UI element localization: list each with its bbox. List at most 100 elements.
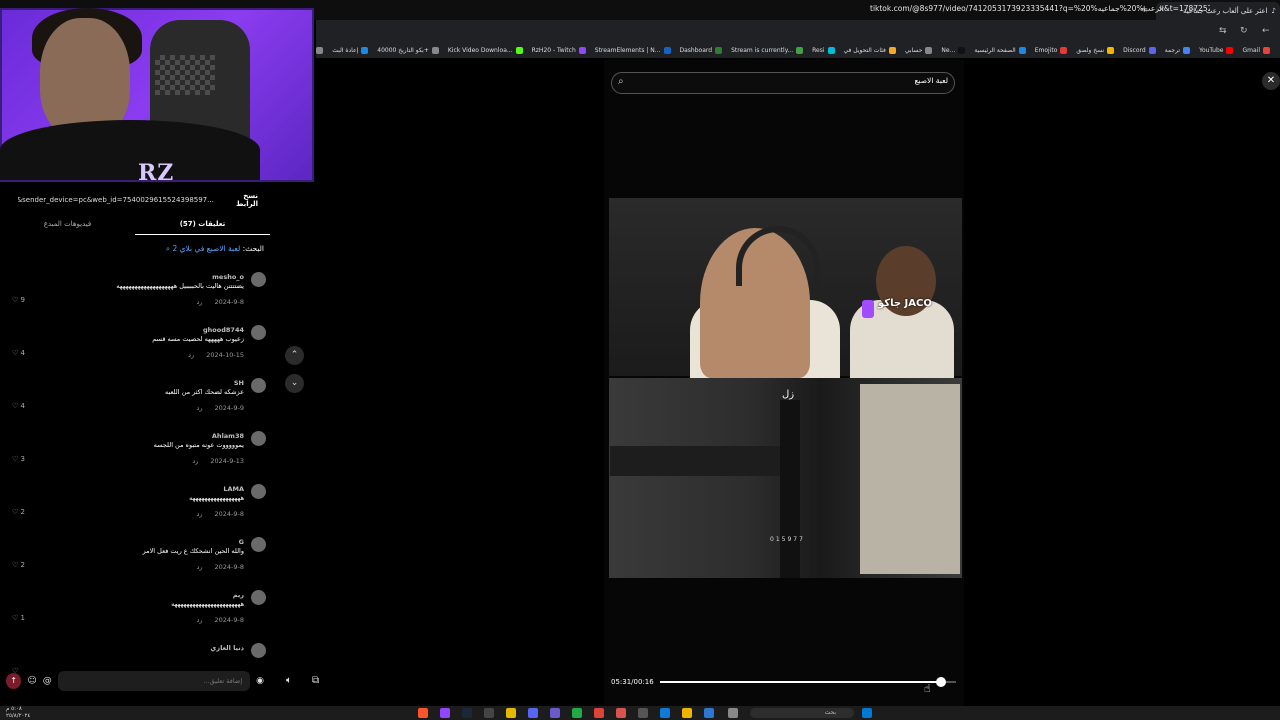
- reply-button[interactable]: رد: [196, 298, 202, 306]
- search-icon[interactable]: ⌕: [618, 76, 624, 87]
- send-arrow-icon[interactable]: ↑: [6, 673, 22, 689]
- store-icon[interactable]: [704, 708, 714, 718]
- play-icon[interactable]: [572, 708, 582, 718]
- obs-icon[interactable]: [550, 708, 560, 718]
- like-count[interactable]: ♡ 4: [12, 349, 25, 357]
- volume-icon[interactable]: 🔈︎: [286, 675, 292, 686]
- search-suggestion[interactable]: البحث: لعبة الاصبع في بلاي 2 ⌕: [20, 244, 264, 254]
- reply-button[interactable]: رد: [196, 563, 202, 571]
- tab-creator-videos[interactable]: فيديوهات المبدع: [0, 215, 135, 235]
- share-link-text[interactable]: ...p=1&sender_device=pc&web_id=754002961…: [18, 196, 214, 204]
- mention-icon[interactable]: @: [43, 676, 52, 686]
- comment-username[interactable]: دنيا الغازي: [210, 644, 244, 652]
- app-yellow-icon[interactable]: [506, 708, 516, 718]
- comment-text: يموووووت عونه متبوه من اللجسه: [153, 441, 244, 449]
- discord-icon[interactable]: [528, 708, 538, 718]
- tab-search-icon[interactable]: ⇆: [1219, 26, 1227, 36]
- comment-username[interactable]: ريم: [233, 591, 244, 599]
- previous-video-button[interactable]: ⌃: [285, 346, 304, 365]
- bookmark-item[interactable]: الصفحة الرئيسية: [974, 46, 1026, 54]
- tab-comments[interactable]: (57) تعليقات: [135, 215, 270, 235]
- reply-button[interactable]: رد: [192, 457, 198, 465]
- bookmark-item[interactable]: Kick Video Downloa...: [448, 46, 523, 54]
- avatar[interactable]: [251, 643, 266, 658]
- comment-username[interactable]: mesho_o: [212, 273, 244, 281]
- like-count[interactable]: ♡ 2: [12, 561, 25, 569]
- comment-input-bar: ◉ @ ☺ ↑: [6, 670, 264, 692]
- bookmark-item[interactable]: Emojito: [1035, 46, 1068, 54]
- bookmark-item[interactable]: بكو التاريخ 40000+: [377, 46, 439, 54]
- bookmark-item[interactable]: RzH20 - Twitch: [532, 46, 586, 54]
- bookmark-item[interactable]: حسابي: [905, 46, 933, 54]
- windows-start-icon[interactable]: [862, 708, 872, 718]
- bookmark-item[interactable]: Ne...: [941, 46, 966, 54]
- reply-button[interactable]: رد: [188, 351, 194, 359]
- next-video-button[interactable]: ⌄: [285, 374, 304, 393]
- avatar[interactable]: [251, 378, 266, 393]
- comment-username[interactable]: Ahlam38: [212, 432, 244, 440]
- bookmark-item[interactable]: حصرية تعريب لعبة: [316, 46, 324, 54]
- calculator-icon[interactable]: [484, 708, 494, 718]
- bookmark-item[interactable]: Dashboard: [680, 46, 723, 54]
- comment-item: ghood8744 زعيوب هههههه لحصيت مسه قسم 2024-…: [8, 325, 266, 378]
- edge-icon[interactable]: [660, 708, 670, 718]
- calendar-icon[interactable]: [638, 708, 648, 718]
- emoji-icon[interactable]: ☺: [27, 676, 36, 686]
- address-bar[interactable]: [316, 20, 1280, 42]
- avatar[interactable]: [251, 325, 266, 340]
- reply-button[interactable]: رد: [196, 616, 202, 624]
- like-count[interactable]: ♡ 2: [12, 508, 25, 516]
- url-text[interactable]: tiktok.com/@8s977/video/7412053173923335…: [870, 4, 1210, 18]
- avatar[interactable]: [251, 484, 266, 499]
- heart-icon[interactable]: ♡: [12, 402, 18, 410]
- bookmark-item[interactable]: Gmail: [1242, 46, 1270, 54]
- back-arrow-icon[interactable]: ←: [1262, 26, 1270, 36]
- comment-username[interactable]: ghood8744: [203, 326, 244, 334]
- avatar[interactable]: [251, 537, 266, 552]
- app-red-icon[interactable]: [616, 708, 626, 718]
- reload-icon[interactable]: ↻: [1240, 26, 1248, 36]
- bookmark-item[interactable]: StreamElements | N...: [595, 46, 671, 54]
- reply-button[interactable]: رد: [196, 510, 202, 518]
- bookmark-item[interactable]: Resi: [812, 46, 835, 54]
- brave-icon[interactable]: [418, 708, 428, 718]
- like-count[interactable]: ♡ 1: [12, 614, 25, 622]
- copy-link-button[interactable]: نسخ الرابط: [222, 192, 258, 208]
- heart-icon[interactable]: ♡: [12, 455, 18, 463]
- taskbar-clock[interactable]: ٥:٠٨ م ٢٥/٨/٢٠٢٤: [6, 706, 30, 720]
- avatar[interactable]: [251, 590, 266, 605]
- close-video-icon[interactable]: ✕: [1262, 72, 1280, 90]
- file-explorer-icon[interactable]: [682, 708, 692, 718]
- bookmark-item[interactable]: نسخ ولصق: [1076, 46, 1115, 54]
- avatar[interactable]: [251, 431, 266, 446]
- heart-icon[interactable]: ♡: [12, 508, 18, 516]
- bookmark-item[interactable]: ترجمة: [1165, 46, 1191, 54]
- app-gray-icon[interactable]: [728, 708, 738, 718]
- heart-icon[interactable]: ♡: [12, 561, 18, 569]
- comment-username[interactable]: SH: [234, 379, 244, 387]
- progress-knob[interactable]: [936, 677, 946, 687]
- bookmark-item[interactable]: فئات التحويل في: [844, 46, 896, 54]
- avatar[interactable]: [251, 272, 266, 287]
- picture-in-picture-icon[interactable]: ⧉: [312, 675, 319, 686]
- search-query-link[interactable]: لعبة الاصبع في بلاي 2: [172, 244, 240, 253]
- bookmark-item[interactable]: إعادة البث: [332, 46, 369, 54]
- comment-username[interactable]: G: [239, 538, 244, 546]
- bookmark-item[interactable]: Discord: [1123, 46, 1156, 54]
- heart-icon[interactable]: ♡: [12, 349, 18, 357]
- bookmark-item[interactable]: YouTube: [1199, 46, 1234, 54]
- video-search-text[interactable]: لعبة الاصبع: [700, 76, 948, 85]
- taskbar-search[interactable]: بحث: [750, 708, 854, 718]
- bookmark-item[interactable]: Stream is currently...: [731, 46, 804, 54]
- reply-button[interactable]: رد: [196, 404, 202, 412]
- like-count[interactable]: ♡ 4: [12, 402, 25, 410]
- like-count[interactable]: ♡ 9: [12, 296, 25, 304]
- comment-input[interactable]: [57, 671, 251, 691]
- like-count[interactable]: ♡ 3: [12, 455, 25, 463]
- comment-username[interactable]: LAMA: [223, 485, 244, 493]
- twitch-icon[interactable]: [440, 708, 450, 718]
- steam-icon[interactable]: [462, 708, 472, 718]
- heart-icon[interactable]: ♡: [12, 614, 18, 622]
- heart-icon[interactable]: ♡: [12, 296, 18, 304]
- chrome-icon[interactable]: [594, 708, 604, 718]
